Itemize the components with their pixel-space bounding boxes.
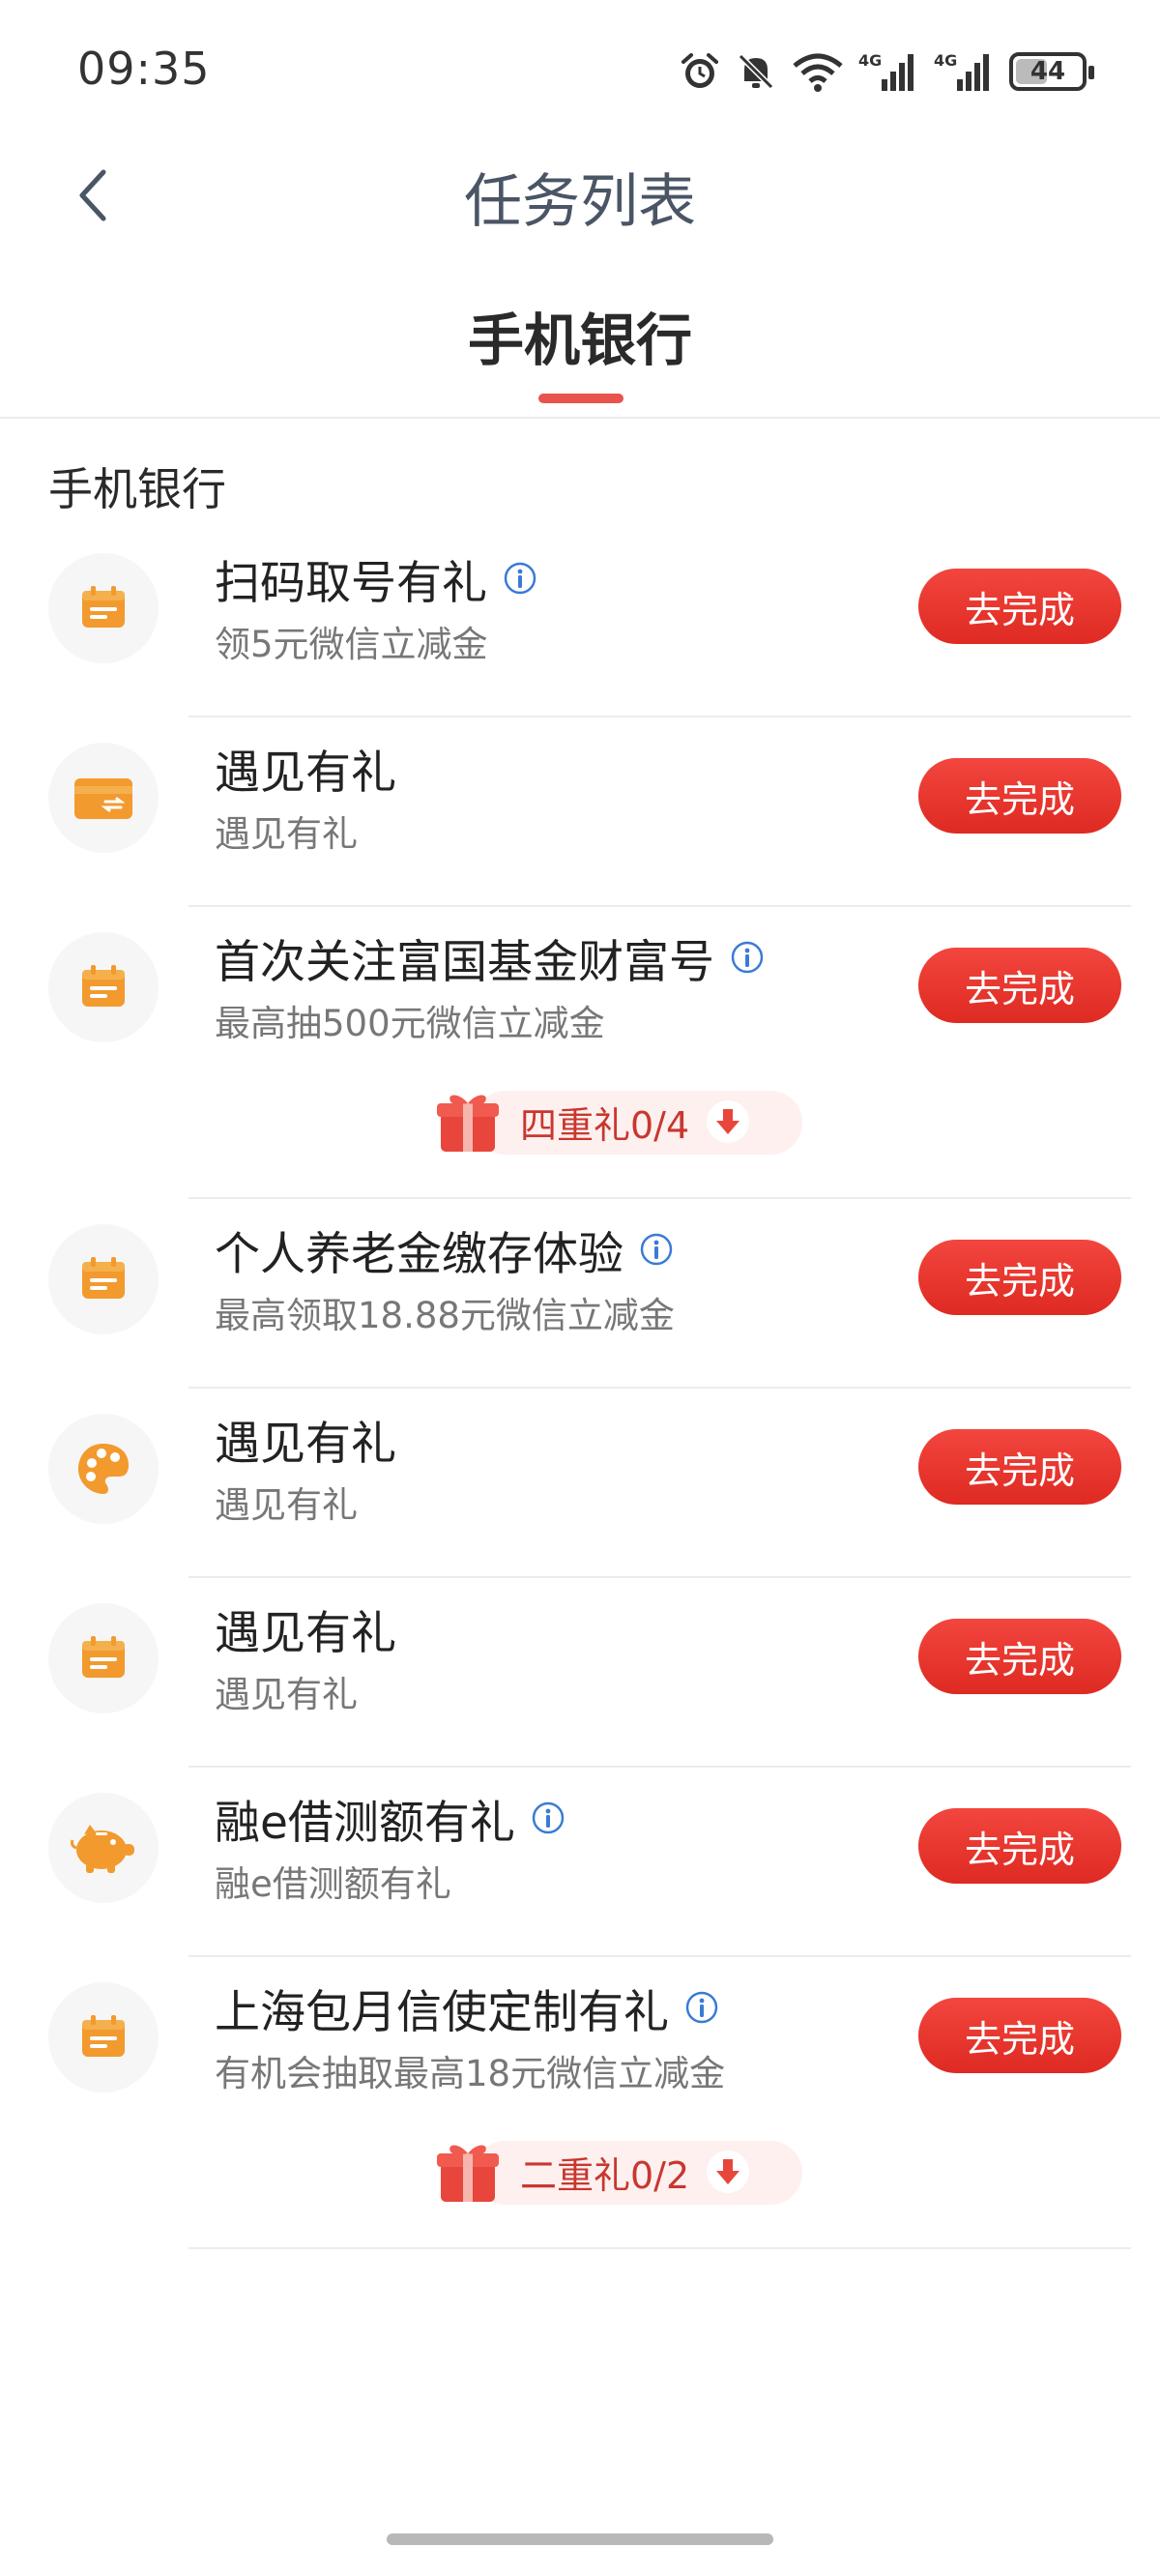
task-item: 遇见有礼 遇见有礼 去完成 [0,717,1160,907]
calendar-icon [48,1224,159,1334]
task-title-row: 扫码取号有礼 [215,549,537,610]
task-title-row: 遇见有礼 [215,1599,396,1660]
task-item: 上海包月信使定制有礼有机会抽取最高18元微信立减金 去完成二重礼0/2 [0,1957,1160,2249]
gift-box-icon [435,1088,501,1156]
task-subtitle: 融e借测额有礼 [215,1863,451,1905]
task-title: 融e借测额有礼 [215,1796,515,1850]
complete-task-button[interactable]: 去完成 [918,1808,1121,1884]
info-icon-wrap[interactable] [684,1990,719,2025]
task-title-row: 个人养老金缴存体验 [215,1220,674,1281]
gift-progress-text: 二重礼0/2 [520,2153,690,2197]
palette-icon [48,1414,159,1524]
status-bar: 09:35 4G 4G 44 [0,0,1160,135]
complete-task-button[interactable]: 去完成 [918,1429,1121,1505]
calendar-icon [48,1982,159,2093]
gift-box-icon [435,2138,501,2206]
gift-progress[interactable]: 二重礼0/2 [435,2135,802,2209]
task-title: 首次关注富国基金财富号 [215,935,714,989]
arrow-down-icon[interactable] [707,1100,750,1143]
task-title-row: 首次关注富国基金财富号 [215,928,765,989]
wifi-icon [791,49,845,94]
task-title: 扫码取号有礼 [215,556,487,610]
task-subtitle: 最高领取18.88元微信立减金 [215,1295,675,1336]
alarm-icon [679,49,721,94]
home-indicator[interactable] [387,2533,773,2545]
task-item: 融e借测额有礼 融e借测额有礼 去完成 [0,1768,1160,1957]
task-subtitle: 遇见有礼 [215,1484,358,1526]
task-subtitle: 领5元微信立减金 [215,624,488,665]
task-item: 遇见有礼 遇见有礼 去完成 [0,1389,1160,1578]
task-title: 遇见有礼 [215,1417,396,1471]
info-icon[interactable] [503,561,537,596]
section-title: 手机银行 [48,463,226,515]
complete-task-button[interactable]: 去完成 [918,569,1121,644]
status-icons: 4G 4G 44 [679,46,1094,97]
complete-task-button[interactable]: 去完成 [918,1998,1121,2073]
task-item: 首次关注富国基金财富号最高抽500元微信立减金 去完成四重礼0/4 [0,907,1160,1199]
tab-bar: 手机银行 [0,276,1160,419]
gift-progress-text: 四重礼0/4 [520,1103,690,1147]
info-icon[interactable] [531,1800,566,1835]
task-title-row: 上海包月信使定制有礼 [215,1978,719,2039]
info-icon-wrap[interactable] [730,940,765,975]
task-subtitle: 最高抽500元微信立减金 [215,1003,605,1044]
info-icon[interactable] [730,940,765,975]
info-icon-wrap[interactable] [503,561,537,596]
battery-icon: 44 [1009,52,1094,91]
complete-task-button[interactable]: 去完成 [918,1619,1121,1694]
task-title-row: 融e借测额有礼 [215,1789,566,1850]
info-icon[interactable] [639,1232,674,1267]
task-title: 个人养老金缴存体验 [215,1227,624,1281]
task-title-row: 遇见有礼 [215,739,396,800]
complete-task-button[interactable]: 去完成 [918,1240,1121,1315]
info-icon-wrap[interactable] [639,1232,674,1267]
task-item: 扫码取号有礼领5元微信立减金 去完成 [0,528,1160,717]
task-subtitle: 遇见有礼 [215,1674,358,1715]
task-subtitle: 遇见有礼 [215,813,358,855]
arrow-down-icon[interactable] [707,2151,750,2193]
svg-text:4G: 4G [934,51,957,70]
signal-4g-icon: 4G [934,49,996,94]
status-time: 09:35 [77,43,211,95]
complete-task-button[interactable]: 去完成 [918,758,1121,834]
svg-text:4G: 4G [858,51,882,70]
tab-active-indicator [538,394,624,403]
gift-progress[interactable]: 四重礼0/4 [435,1085,802,1158]
calendar-icon [48,932,159,1042]
task-list: 扫码取号有礼 领5元微信立减金 去完成 遇见有礼 遇见有礼 去完成 首次关注富国基金财富号最… [0,528,1160,2249]
info-icon[interactable] [684,1990,719,2025]
task-title: 上海包月信使定制有礼 [215,1985,669,2039]
calendar-icon [48,1603,159,1713]
task-item: 个人养老金缴存体验最高领取18.88元微信立减金 去完成 [0,1199,1160,1389]
page-title: 任务列表 [464,168,696,236]
mute-icon [735,49,777,94]
card-icon [48,743,159,853]
task-title: 遇见有礼 [215,1606,396,1660]
nav-bar: 任务列表 [0,135,1160,251]
task-subtitle: 有机会抽取最高18元微信立减金 [215,2053,726,2094]
tab-mobile-banking[interactable]: 手机银行 [0,295,1160,376]
calendar-icon [48,553,159,663]
task-title: 遇见有礼 [215,746,396,800]
piggy-bank-icon [48,1793,159,1903]
info-icon-wrap[interactable] [531,1800,566,1835]
task-item: 遇见有礼 遇见有礼 去完成 [0,1578,1160,1768]
complete-task-button[interactable]: 去完成 [918,948,1121,1023]
battery-level: 44 [1030,57,1066,86]
task-title-row: 遇见有礼 [215,1410,396,1471]
divider [188,2247,1131,2249]
signal-4g-icon: 4G [858,49,920,94]
